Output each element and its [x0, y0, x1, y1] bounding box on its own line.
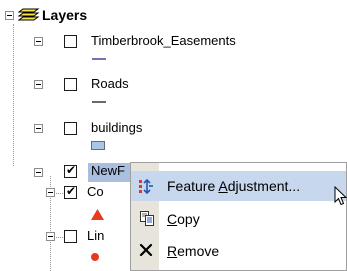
- layers-stack-icon: [17, 6, 40, 24]
- layer-name[interactable]: Timberbrook_Easements: [91, 33, 236, 48]
- layers-root-label[interactable]: Layers: [42, 7, 87, 23]
- checkmark-icon: ✔: [66, 163, 77, 177]
- layers-collapse-toggle[interactable]: [5, 11, 14, 20]
- layer-visibility-checkbox[interactable]: ✔: [64, 184, 77, 199]
- layer-visibility-checkbox[interactable]: ✔: [64, 163, 77, 178]
- layer-name[interactable]: buildings: [91, 120, 142, 135]
- layer-visibility-checkbox[interactable]: [64, 78, 77, 91]
- remove-menu-item[interactable]: Remove: [131, 236, 346, 266]
- layer-visibility-checkbox[interactable]: [64, 122, 77, 135]
- layer-visibility-checkbox[interactable]: [64, 35, 77, 48]
- layer-name[interactable]: Co: [87, 184, 104, 199]
- menu-item-label: Feature Adjustment...: [167, 178, 301, 194]
- layer-collapse-toggle[interactable]: [34, 37, 43, 46]
- copy-menu-item[interactable]: Copy: [131, 204, 346, 234]
- mouse-cursor-icon: [334, 185, 347, 206]
- layer-collapse-toggle[interactable]: [34, 168, 43, 177]
- line-symbol-icon: [92, 101, 106, 103]
- menu-item-label: Remove: [167, 243, 220, 259]
- line-symbol-icon: [92, 58, 106, 60]
- point-symbol-icon: [91, 253, 99, 261]
- layer-name[interactable]: NewF: [91, 163, 125, 178]
- sublayer-collapse-toggle[interactable]: [46, 188, 55, 197]
- remove-icon: [138, 242, 154, 258]
- layer-visibility-checkbox[interactable]: [64, 230, 77, 243]
- copy-icon: [139, 210, 155, 226]
- tree-connector: [13, 24, 14, 166]
- menu-item-label: Copy: [167, 211, 200, 227]
- context-menu: Feature Adjustment... Copy Remove: [130, 162, 347, 271]
- polygon-symbol-icon: [91, 141, 105, 150]
- layer-collapse-toggle[interactable]: [34, 124, 43, 133]
- layer-name[interactable]: Roads: [91, 76, 129, 91]
- layer-name[interactable]: Lin: [87, 228, 104, 243]
- sublayer-collapse-toggle[interactable]: [46, 232, 55, 241]
- feature-adjustment-icon: [138, 178, 154, 195]
- layer-collapse-toggle[interactable]: [34, 80, 43, 89]
- feature-adjustment-menu-item[interactable]: Feature Adjustment...: [131, 171, 346, 201]
- triangle-symbol-icon: [91, 208, 104, 220]
- checkmark-icon: ✔: [66, 184, 77, 198]
